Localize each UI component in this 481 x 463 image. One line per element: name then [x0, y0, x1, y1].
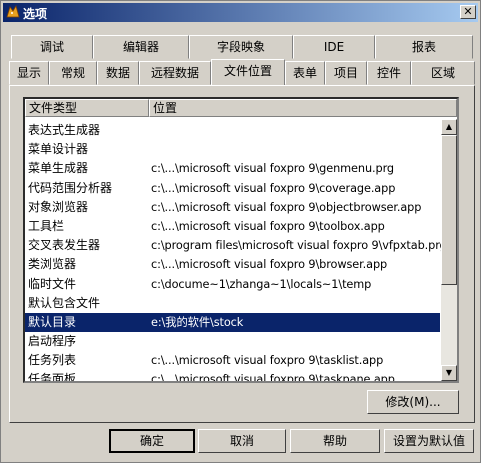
list-item[interactable]: 默认目录 e:\我的软件\stock: [25, 312, 440, 333]
foxpro-fox-icon: [6, 5, 20, 18]
title-bar: 选项 ✕: [3, 3, 478, 22]
close-button[interactable]: ✕: [460, 5, 476, 19]
close-icon: ✕: [463, 5, 473, 18]
list-item[interactable]: 表达式生成器: [25, 121, 440, 140]
arrow-down-icon: ▼: [445, 368, 453, 377]
file-type-cell: 菜单设计器: [28, 142, 89, 157]
tab-forms[interactable]: 表单: [285, 61, 325, 85]
file-type-cell: 临时文件: [28, 276, 77, 291]
list-item[interactable]: 菜单设计器: [25, 140, 440, 159]
set-default-button[interactable]: 设置为默认值: [384, 429, 474, 453]
file-type-cell: 菜单生成器: [28, 161, 89, 176]
scroll-thumb[interactable]: [441, 135, 457, 285]
tab-general[interactable]: 常规: [49, 61, 97, 85]
location-cell: c:\...\microsoft visual foxpro 9\genmenu…: [151, 162, 395, 176]
file-type-cell: 任务列表: [28, 353, 77, 368]
tab-controls[interactable]: 控件: [367, 61, 411, 85]
list-item[interactable]: 代码范围分析器 c:\...\microsoft visual foxpro 9\…: [25, 179, 440, 198]
tab-remote-data[interactable]: 远程数据: [139, 61, 211, 85]
location-cell: c:\...\microsoft visual foxpro 9\taskpan…: [151, 373, 395, 383]
file-type-cell: 工具栏: [28, 218, 65, 233]
help-button[interactable]: 帮助: [290, 429, 380, 453]
tab-ide[interactable]: IDE: [293, 35, 375, 59]
file-type-cell: 代码范围分析器: [28, 180, 113, 195]
location-cell: c:\...\microsoft visual foxpro 9\coverag…: [151, 181, 396, 195]
location-cell: c:\...\microsoft visual foxpro 9\toolbox…: [151, 219, 385, 233]
file-type-cell: 任务面板: [28, 372, 77, 383]
file-type-cell: 启动程序: [28, 334, 77, 349]
list-item[interactable]: 任务面板 c:\...\microsoft visual foxpro 9\tas…: [25, 370, 440, 383]
tab-field-mapping[interactable]: 字段映象: [189, 35, 293, 59]
list-item[interactable]: 类浏览器 c:\...\microsoft visual foxpro 9\bro…: [25, 255, 440, 274]
file-type-cell: 类浏览器: [28, 257, 77, 272]
location-cell: c:\...\microsoft visual foxpro 9\browser…: [151, 258, 388, 272]
cancel-button[interactable]: 取消: [198, 429, 286, 453]
column-header-file-type[interactable]: 文件类型: [25, 99, 149, 117]
file-type-cell: 默认包含文件: [28, 295, 101, 310]
tab-projects[interactable]: 项目: [325, 61, 367, 85]
arrow-up-icon: ▲: [445, 122, 453, 131]
list-item[interactable]: 默认包含文件: [25, 294, 440, 313]
tab-editor[interactable]: 编辑器: [93, 35, 189, 59]
ok-button[interactable]: 确定: [109, 429, 195, 453]
list-item[interactable]: 交叉表发生器 c:\program files\microsoft visual …: [25, 236, 447, 255]
options-dialog: 选项 ✕ 调试 编辑器 字段映象 IDE 报表 显示 常规 数据 远程数据 文件…: [0, 0, 481, 463]
location-cell: c:\...\microsoft visual foxpro 9\objectb…: [151, 200, 422, 214]
tab-display[interactable]: 显示: [9, 61, 49, 85]
list-item[interactable]: 临时文件 c:\docume~1\zhanga~1\locals~1\temp: [25, 275, 440, 294]
scroll-down-button[interactable]: ▼: [441, 365, 457, 381]
list-item[interactable]: 任务列表 c:\...\microsoft visual foxpro 9\tas…: [25, 351, 440, 370]
file-type-cell: 交叉表发生器: [28, 238, 101, 253]
tab-row-top: 调试 编辑器 字段映象 IDE 报表: [11, 35, 473, 59]
location-cell: e:\我的软件\stock: [151, 315, 244, 329]
list-item[interactable]: 启动程序: [25, 332, 440, 351]
column-header-location[interactable]: 位置: [149, 99, 457, 117]
tab-file-locations[interactable]: 文件位置: [211, 59, 285, 85]
vertical-scrollbar[interactable]: ▲ ▼: [441, 119, 457, 381]
scroll-up-button[interactable]: ▲: [441, 119, 457, 135]
list-rows: 表达式生成器 菜单设计器菜单生成器 c:\...\microsoft visual …: [25, 121, 447, 383]
location-cell: c:\program files\microsoft visual foxpro…: [151, 239, 447, 253]
list-item[interactable]: 菜单生成器 c:\...\microsoft visual foxpro 9\ge…: [25, 159, 440, 178]
tab-row-bottom: 显示 常规 数据 远程数据 文件位置 表单 项目 控件 区域: [9, 59, 475, 85]
file-locations-list[interactable]: 文件类型 位置 表达式生成器 菜单设计器菜单生成器 c:\...\microsoft…: [23, 97, 459, 383]
list-item[interactable]: 工具栏 c:\...\microsoft visual foxpro 9\tool…: [25, 217, 440, 236]
tab-reports[interactable]: 报表: [375, 35, 473, 59]
tab-regional[interactable]: 区域: [411, 61, 475, 85]
list-item[interactable]: 对象浏览器 c:\...\microsoft visual foxpro 9\ob…: [25, 198, 440, 217]
location-cell: c:\...\microsoft visual foxpro 9\tasklis…: [151, 354, 384, 368]
location-cell: c:\docume~1\zhanga~1\locals~1\temp: [151, 277, 372, 291]
modify-button[interactable]: 修改(M)...: [367, 390, 459, 414]
tab-debug[interactable]: 调试: [11, 35, 93, 59]
file-type-cell: 默认目录: [28, 314, 77, 329]
window-title: 选项: [23, 7, 48, 21]
tab-data[interactable]: 数据: [97, 61, 139, 85]
file-type-cell: 对象浏览器: [28, 199, 89, 214]
file-type-cell: 表达式生成器: [28, 123, 101, 137]
